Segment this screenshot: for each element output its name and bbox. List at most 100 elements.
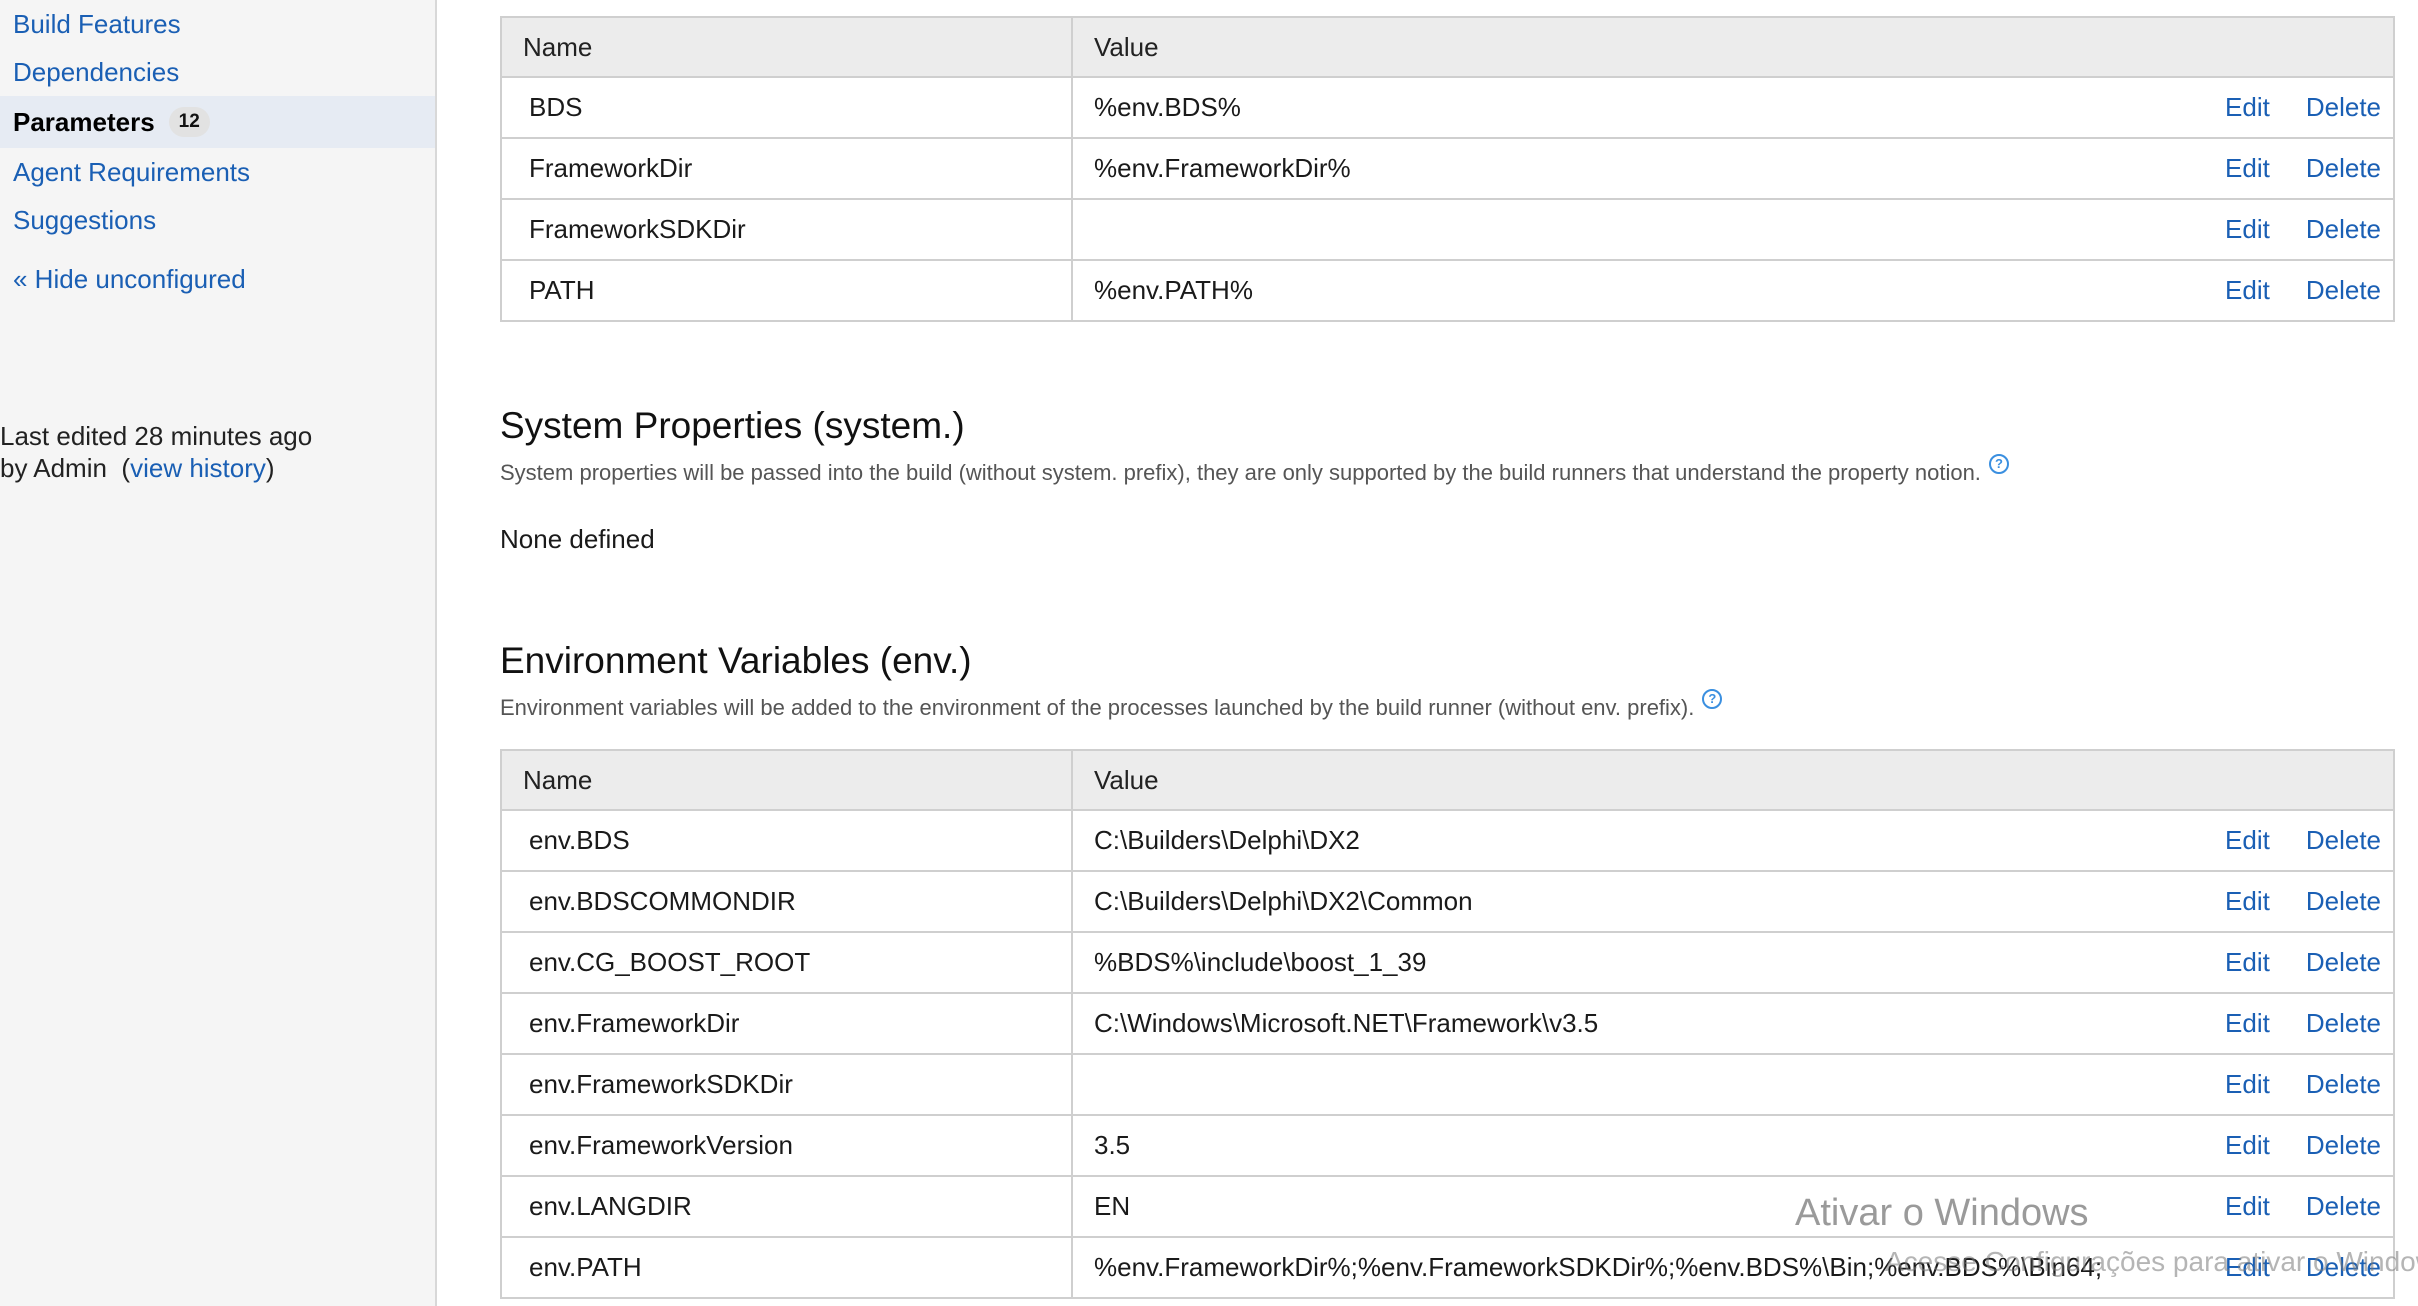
param-name: env.FrameworkSDKDir: [500, 1053, 1073, 1116]
edit-link[interactable]: Edit: [2225, 1252, 2270, 1282]
table-header-row: Name Value: [500, 749, 2395, 811]
last-edited-info: Last edited 28 minutes ago by Admin (vie…: [0, 420, 312, 484]
edit-link[interactable]: Edit: [2225, 214, 2270, 244]
sidebar: Build Features Dependencies Parameters 12…: [0, 0, 437, 1306]
table-row: FrameworkDir %env.FrameworkDir% Edit Delet…: [500, 137, 2395, 200]
param-value: %BDS%\include\boost_1_39: [1094, 947, 1427, 977]
environment-variables-description-text: Environment variables will be added to t…: [500, 695, 1695, 720]
edit-link[interactable]: Edit: [2225, 825, 2270, 855]
param-value-cell: C:\Builders\Delphi\DX2 Edit Delete: [1071, 809, 2395, 872]
page: Build Features Dependencies Parameters 12…: [0, 0, 2418, 1306]
delete-link[interactable]: Delete: [2306, 1130, 2381, 1160]
sidebar-item-parameters[interactable]: Parameters 12: [0, 96, 435, 148]
param-value: C:\Builders\Delphi\DX2\Common: [1094, 886, 1473, 916]
table-row: BDS %env.BDS% Edit Delete: [500, 76, 2395, 139]
edit-link[interactable]: Edit: [2225, 153, 2270, 183]
help-icon[interactable]: ?: [1988, 454, 2009, 474]
column-header-value: Value: [1071, 16, 2395, 78]
param-value-cell: EN Edit Delete: [1071, 1175, 2395, 1238]
sidebar-item-dependencies[interactable]: Dependencies: [0, 48, 435, 96]
column-header-value: Value: [1071, 749, 2395, 811]
table-row: env.FrameworkVersion 3.5 Edit Delete: [500, 1114, 2395, 1177]
table-row: FrameworkSDKDir Edit Delete: [500, 198, 2395, 261]
edit-link[interactable]: Edit: [2225, 1069, 2270, 1099]
param-value-cell: C:\Builders\Delphi\DX2\Common Edit Delete: [1071, 870, 2395, 933]
edit-link[interactable]: Edit: [2225, 886, 2270, 916]
table-header-row: Name Value: [500, 16, 2395, 78]
param-name: env.FrameworkVersion: [500, 1114, 1073, 1177]
param-name: FrameworkSDKDir: [500, 198, 1073, 261]
param-value-cell: %env.FrameworkDir%;%env.FrameworkSDKDir%…: [1071, 1236, 2395, 1299]
sidebar-item-suggestions[interactable]: Suggestions: [0, 196, 435, 244]
param-value-cell: %env.FrameworkDir% Edit Delete: [1071, 137, 2395, 200]
edit-link[interactable]: Edit: [2225, 92, 2270, 122]
hide-unconfigured-link[interactable]: « Hide unconfigured: [13, 264, 246, 295]
param-name: env.BDS: [500, 809, 1073, 872]
table-row: env.FrameworkSDKDir Edit Delete: [500, 1053, 2395, 1116]
last-edited-text: Last edited 28 minutes ago: [0, 421, 313, 451]
close-paren: ): [265, 453, 275, 483]
delete-link[interactable]: Delete: [2306, 275, 2381, 305]
column-header-name: Name: [500, 16, 1073, 78]
view-history-link[interactable]: view history: [130, 453, 266, 483]
param-value: %env.FrameworkDir%: [1094, 153, 1351, 183]
env-vars-table: Name Value env.BDS C:\Builders\Delphi\DX…: [500, 749, 2395, 1299]
system-properties-description-text: System properties will be passed into th…: [500, 460, 1981, 485]
param-name: env.FrameworkDir: [500, 992, 1073, 1055]
table-row: env.BDSCOMMONDIR C:\Builders\Delphi\DX2\…: [500, 870, 2395, 933]
param-value-cell: 3.5 Edit Delete: [1071, 1114, 2395, 1177]
edit-link[interactable]: Edit: [2225, 1130, 2270, 1160]
sidebar-item-agent-requirements[interactable]: Agent Requirements: [0, 148, 435, 196]
param-name: PATH: [500, 259, 1073, 322]
sidebar-nav: Build Features Dependencies Parameters 12…: [0, 0, 435, 244]
param-name: env.LANGDIR: [500, 1175, 1073, 1238]
delete-link[interactable]: Delete: [2306, 92, 2381, 122]
environment-variables-description: Environment variables will be added to t…: [500, 689, 1723, 721]
table-row: env.CG_BOOST_ROOT %BDS%\include\boost_1_…: [500, 931, 2395, 994]
table-row: env.BDS C:\Builders\Delphi\DX2 Edit Delete: [500, 809, 2395, 872]
param-name: FrameworkDir: [500, 137, 1073, 200]
param-value: %env.BDS%: [1094, 92, 1241, 122]
delete-link[interactable]: Delete: [2306, 947, 2381, 977]
param-name: env.CG_BOOST_ROOT: [500, 931, 1073, 994]
parameters-count-badge: 12: [168, 107, 210, 138]
table-row: env.LANGDIR EN Edit Delete: [500, 1175, 2395, 1238]
edit-link[interactable]: Edit: [2225, 947, 2270, 977]
config-params-table: Name Value BDS %env.BDS% Edit Delete Frame…: [500, 16, 2395, 322]
param-value: 3.5: [1094, 1130, 1131, 1160]
param-value: %env.FrameworkDir%;%env.FrameworkSDKDir%…: [1094, 1252, 2103, 1282]
none-defined-text: None defined: [500, 524, 655, 554]
sidebar-item-build-features[interactable]: Build Features: [0, 0, 435, 48]
delete-link[interactable]: Delete: [2306, 214, 2381, 244]
environment-variables-title: Environment Variables (env.): [500, 640, 972, 681]
param-name: env.PATH: [500, 1236, 1073, 1299]
delete-link[interactable]: Delete: [2306, 825, 2381, 855]
help-icon[interactable]: ?: [1702, 689, 1723, 709]
delete-link[interactable]: Delete: [2306, 153, 2381, 183]
delete-link[interactable]: Delete: [2306, 886, 2381, 916]
edit-link[interactable]: Edit: [2225, 1191, 2270, 1221]
param-value: C:\Windows\Microsoft.NET\Framework\v3.5: [1094, 1008, 1599, 1038]
param-value-cell: C:\Windows\Microsoft.NET\Framework\v3.5 E…: [1071, 992, 2395, 1055]
param-value: %env.PATH%: [1094, 275, 1253, 305]
table-row: env.FrameworkDir C:\Windows\Microsoft.NE…: [500, 992, 2395, 1055]
delete-link[interactable]: Delete: [2306, 1191, 2381, 1221]
param-value-cell: %BDS%\include\boost_1_39 Edit Delete: [1071, 931, 2395, 994]
edit-link[interactable]: Edit: [2225, 275, 2270, 305]
open-paren: (: [121, 453, 131, 483]
edit-link[interactable]: Edit: [2225, 1008, 2270, 1038]
delete-link[interactable]: Delete: [2306, 1008, 2381, 1038]
system-properties-title: System Properties (system.): [500, 405, 965, 446]
param-name: BDS: [500, 76, 1073, 139]
delete-link[interactable]: Delete: [2306, 1252, 2381, 1282]
table-row: env.PATH %env.FrameworkDir%;%env.Framewo…: [500, 1236, 2395, 1299]
delete-link[interactable]: Delete: [2306, 1069, 2381, 1099]
param-value-cell: Edit Delete: [1071, 1053, 2395, 1116]
table-row: PATH %env.PATH% Edit Delete: [500, 259, 2395, 322]
edited-by-text: by Admin: [0, 453, 107, 483]
param-value: C:\Builders\Delphi\DX2: [1094, 825, 1360, 855]
param-value-cell: Edit Delete: [1071, 198, 2395, 261]
system-properties-description: System properties will be passed into th…: [500, 454, 2009, 486]
param-value-cell: %env.BDS% Edit Delete: [1071, 76, 2395, 139]
param-name: env.BDSCOMMONDIR: [500, 870, 1073, 933]
